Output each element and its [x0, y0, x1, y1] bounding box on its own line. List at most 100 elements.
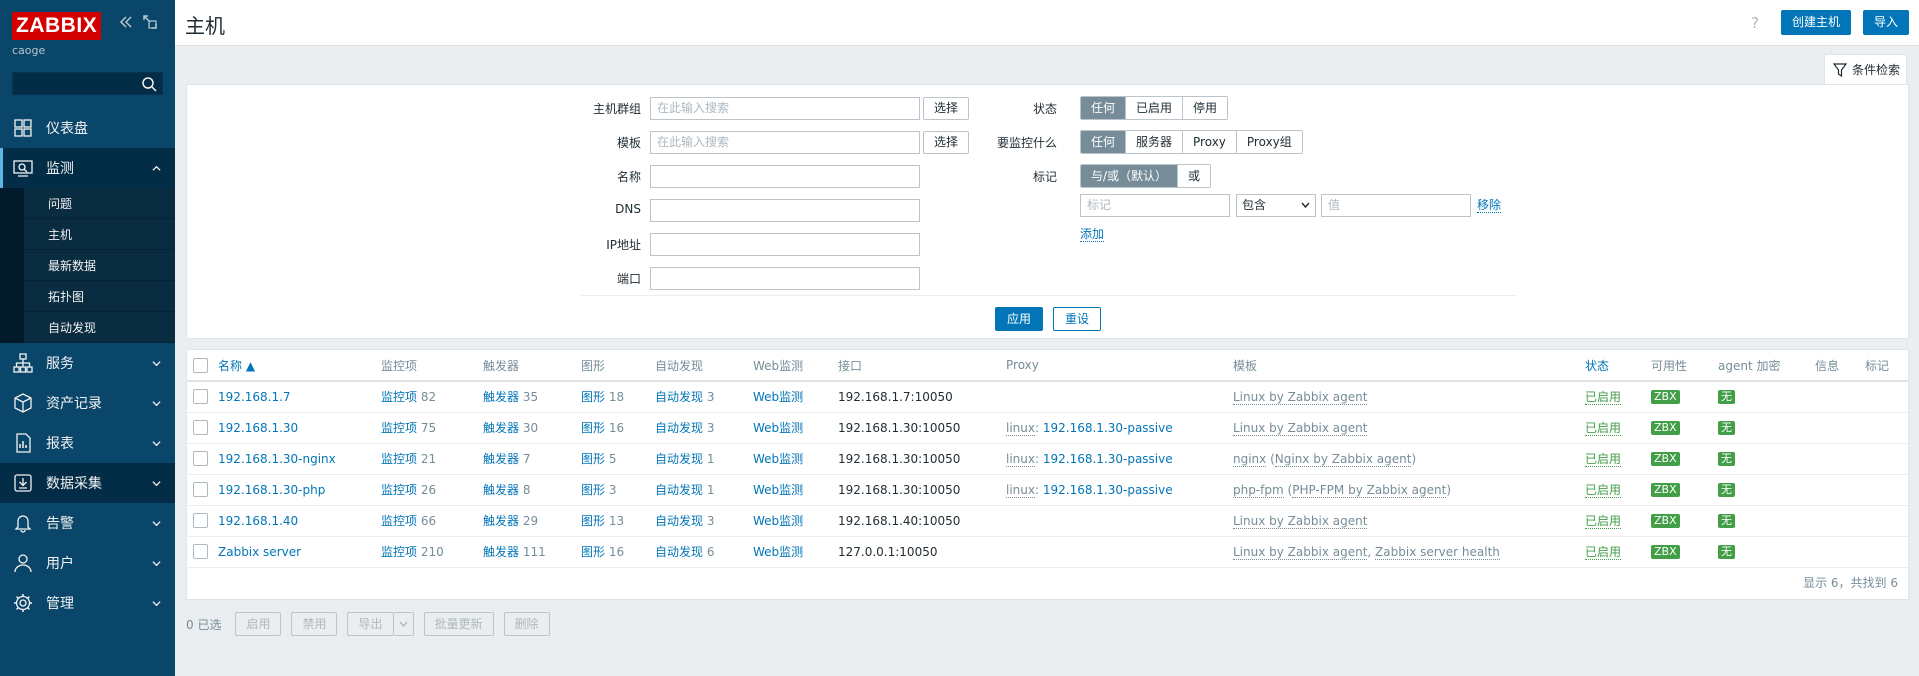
menu-item-data-collection[interactable]: 数据采集: [0, 463, 175, 503]
tags-and-or-option[interactable]: 与/或（默认）: [1081, 165, 1179, 187]
mass-update-button[interactable]: 批量更新: [423, 612, 494, 636]
monitored-by-any-option[interactable]: 任何: [1081, 131, 1127, 153]
triggers-link[interactable]: 触发器: [483, 390, 519, 404]
discovery-link[interactable]: 自动发现: [655, 545, 703, 559]
zabbix-logo[interactable]: ZABBIX: [12, 12, 102, 40]
graphs-link[interactable]: 图形: [581, 390, 605, 404]
items-link[interactable]: 监控项: [381, 421, 417, 435]
status-toggle[interactable]: 已启用: [1585, 421, 1622, 436]
status-toggle[interactable]: 已启用: [1585, 452, 1622, 467]
proxy-link[interactable]: 192.168.1.30-passive: [1043, 452, 1173, 466]
template-link[interactable]: nginx: [1233, 451, 1267, 467]
submenu-item-discovery[interactable]: 自动发现: [24, 312, 175, 343]
menu-item-services[interactable]: 服务: [0, 343, 175, 383]
create-host-button[interactable]: 创建主机: [1780, 10, 1851, 35]
export-dropdown-button[interactable]: [393, 612, 414, 636]
submenu-item-maps[interactable]: 拓扑图: [24, 281, 175, 312]
filter-tab[interactable]: 条件检索: [1824, 54, 1907, 84]
template-link[interactable]: Linux by Zabbix agent: [1233, 544, 1368, 560]
discovery-link[interactable]: 自动发现: [655, 483, 703, 497]
discovery-link[interactable]: 自动发现: [655, 421, 703, 435]
triggers-link[interactable]: 触发器: [483, 483, 519, 497]
host-name-link[interactable]: 192.168.1.40: [218, 514, 298, 528]
status-disabled-option[interactable]: 停用: [1183, 97, 1228, 119]
template-parent-link[interactable]: PHP-FPM by Zabbix agent: [1292, 482, 1447, 498]
remove-tag-link[interactable]: 移除: [1477, 198, 1502, 213]
proxy-group-link[interactable]: linux: [1006, 451, 1035, 467]
menu-item-alerts[interactable]: 告警: [0, 503, 175, 543]
row-checkbox[interactable]: [193, 420, 208, 435]
web-link[interactable]: Web监测: [753, 421, 803, 435]
proxy-group-link[interactable]: linux: [1006, 482, 1035, 498]
discovery-link[interactable]: 自动发现: [655, 452, 703, 466]
status-toggle[interactable]: 已启用: [1585, 545, 1622, 560]
proxy-link[interactable]: 192.168.1.30-passive: [1043, 483, 1173, 497]
status-toggle[interactable]: 已启用: [1585, 514, 1622, 529]
template-link[interactable]: Linux by Zabbix agent: [1233, 513, 1368, 529]
template-link[interactable]: php-fpm: [1233, 482, 1284, 498]
name-input[interactable]: [650, 165, 920, 188]
reset-button[interactable]: 重设: [1053, 307, 1102, 331]
submenu-item-latest-data[interactable]: 最新数据: [24, 250, 175, 281]
graphs-link[interactable]: 图形: [581, 545, 605, 559]
export-button[interactable]: 导出: [347, 612, 394, 636]
monitored-by-server-option[interactable]: 服务器: [1126, 131, 1184, 153]
template-link[interactable]: Linux by Zabbix agent: [1233, 420, 1368, 436]
template-link[interactable]: Linux by Zabbix agent: [1233, 389, 1368, 405]
web-link[interactable]: Web监测: [753, 514, 803, 528]
column-header-status[interactable]: 状态: [1585, 350, 1651, 382]
templates-input[interactable]: 在此输入搜索: [650, 131, 920, 154]
monitored-by-proxy-group-option[interactable]: Proxy组: [1236, 131, 1302, 153]
triggers-link[interactable]: 触发器: [483, 545, 519, 559]
tag-operator-select[interactable]: 包含: [1236, 194, 1316, 217]
sidebar-search-input[interactable]: [12, 72, 163, 95]
items-link[interactable]: 监控项: [381, 390, 417, 404]
status-enabled-option[interactable]: 已启用: [1126, 97, 1184, 119]
row-checkbox[interactable]: [193, 544, 208, 559]
row-checkbox[interactable]: [193, 451, 208, 466]
host-name-link[interactable]: 192.168.1.30-php: [218, 483, 325, 497]
column-header-name[interactable]: 名称 ▲: [218, 350, 381, 382]
import-button[interactable]: 导入: [1862, 10, 1909, 35]
graphs-link[interactable]: 图形: [581, 514, 605, 528]
template-link[interactable]: Zabbix server health: [1375, 544, 1500, 560]
search-icon[interactable]: [141, 76, 157, 92]
graphs-link[interactable]: 图形: [581, 452, 605, 466]
proxy-group-link[interactable]: linux: [1006, 420, 1035, 436]
apply-button[interactable]: 应用: [995, 307, 1044, 331]
row-checkbox[interactable]: [193, 482, 208, 497]
row-checkbox[interactable]: [193, 389, 208, 405]
items-link[interactable]: 监控项: [381, 514, 417, 528]
host-name-link[interactable]: Zabbix server: [218, 545, 301, 559]
discovery-link[interactable]: 自动发现: [655, 514, 703, 528]
status-toggle[interactable]: 已启用: [1585, 390, 1622, 406]
discovery-link[interactable]: 自动发现: [655, 390, 703, 404]
host-name-link[interactable]: 192.168.1.30-nginx: [218, 452, 336, 466]
disable-button[interactable]: 禁用: [291, 612, 338, 636]
host-name-link[interactable]: 192.168.1.7: [218, 390, 291, 404]
triggers-link[interactable]: 触发器: [483, 421, 519, 435]
tag-value-input[interactable]: 值: [1321, 194, 1471, 217]
ip-input[interactable]: [650, 233, 920, 256]
row-checkbox[interactable]: [193, 513, 208, 528]
tag-name-input[interactable]: 标记: [1080, 194, 1230, 217]
help-icon[interactable]: ?: [1751, 14, 1759, 32]
status-any-option[interactable]: 任何: [1081, 97, 1127, 119]
port-input[interactable]: [650, 267, 920, 290]
graphs-link[interactable]: 图形: [581, 483, 605, 497]
host-groups-input[interactable]: 在此输入搜索: [650, 97, 920, 120]
menu-item-dashboard[interactable]: 仪表盘: [0, 108, 175, 148]
enable-button[interactable]: 启用: [235, 612, 282, 636]
menu-item-reports[interactable]: 报表: [0, 423, 175, 463]
proxy-link[interactable]: 192.168.1.30-passive: [1043, 421, 1173, 435]
triggers-link[interactable]: 触发器: [483, 452, 519, 466]
graphs-link[interactable]: 图形: [581, 421, 605, 435]
monitored-by-proxy-option[interactable]: Proxy: [1183, 131, 1237, 153]
triggers-link[interactable]: 触发器: [483, 514, 519, 528]
template-parent-link[interactable]: Nginx by Zabbix agent: [1274, 451, 1412, 467]
dns-input[interactable]: [650, 199, 920, 222]
menu-item-administration[interactable]: 管理: [0, 583, 175, 623]
web-link[interactable]: Web监测: [753, 452, 803, 466]
menu-item-monitoring[interactable]: 监测: [0, 148, 175, 188]
host-name-link[interactable]: 192.168.1.30: [218, 421, 298, 435]
